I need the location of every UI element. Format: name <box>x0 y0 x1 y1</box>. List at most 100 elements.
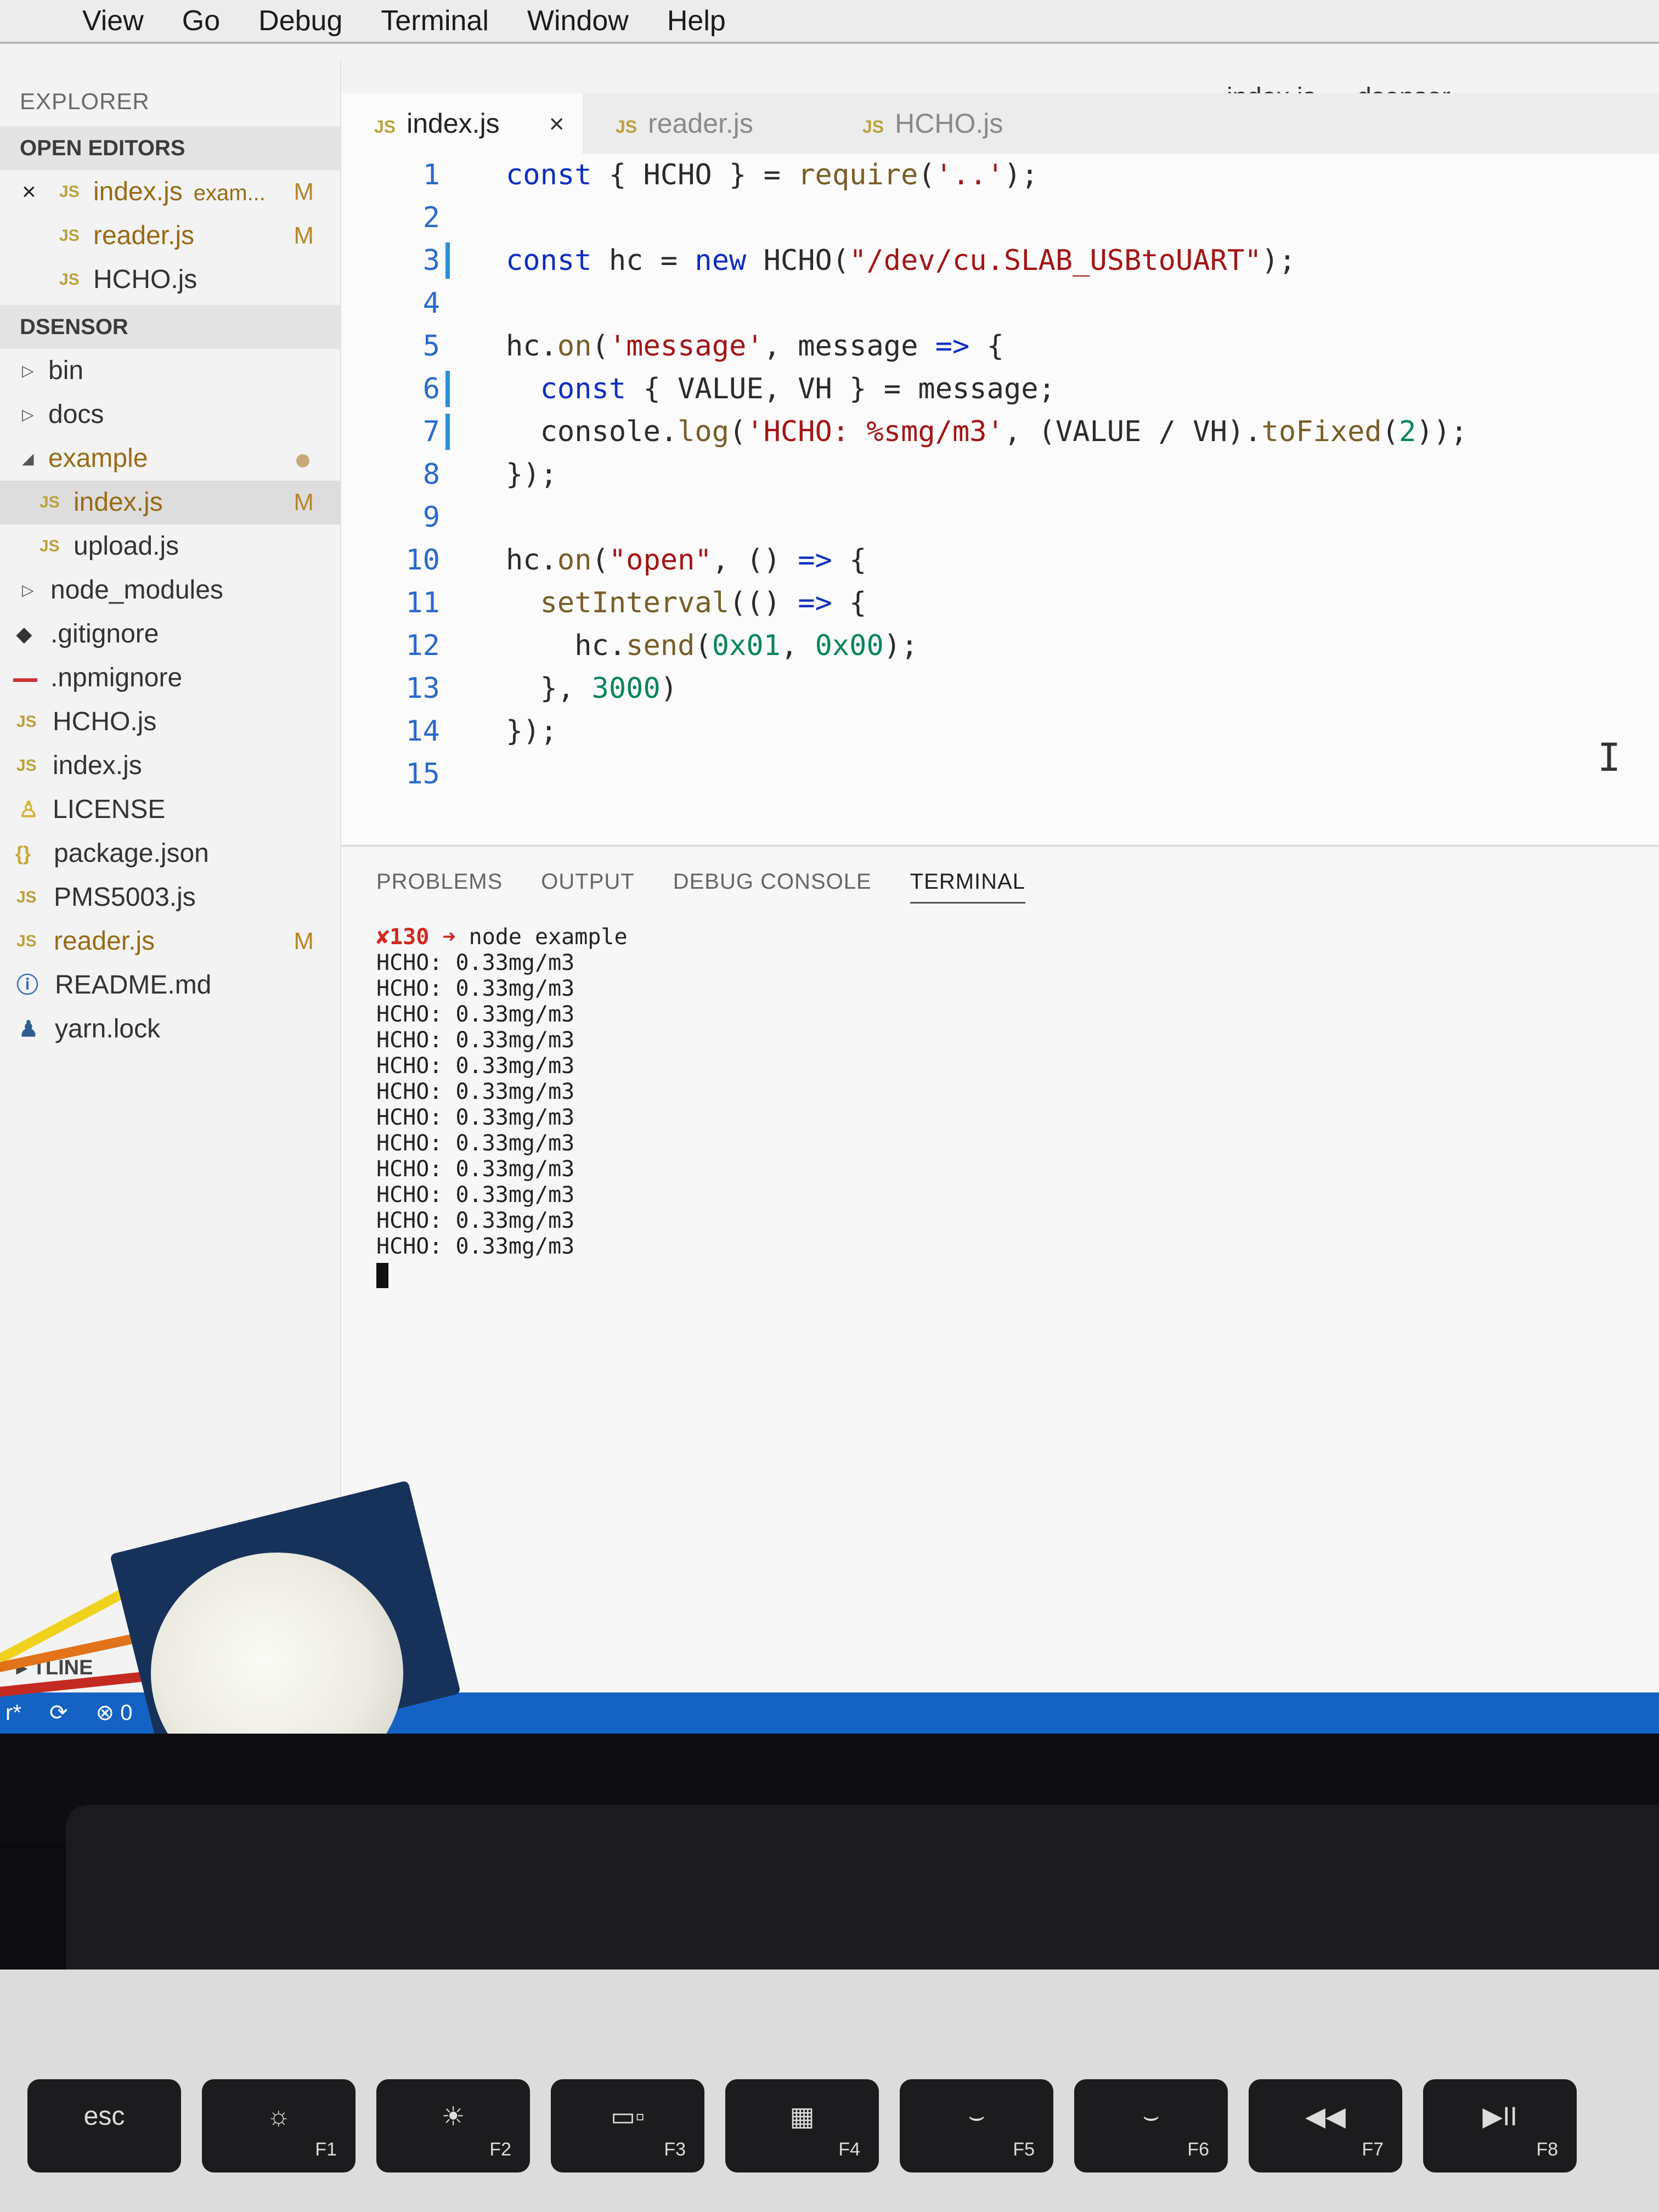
line-number: 12 <box>405 629 440 662</box>
function-key-f7[interactable]: ◀◀ F7 <box>1249 2079 1402 2172</box>
terminal-output-line: HCHO: 0.33mg/m3 <box>376 1002 575 1027</box>
git-change-marker <box>445 414 450 450</box>
terminal-output-line: HCHO: 0.33mg/m3 <box>376 1105 575 1130</box>
tree-file-package-json[interactable]: {} package.json <box>0 832 340 876</box>
terminal-output-line: HCHO: 0.33mg/m3 <box>376 1182 575 1207</box>
tab-output[interactable]: OUTPUT <box>541 870 634 904</box>
tab-problems[interactable]: PROBLEMS <box>376 870 503 904</box>
tree-folder-node-modules[interactable]: ▷ node_modules <box>0 568 340 612</box>
function-key-f2[interactable]: ☀ F2 <box>376 2079 530 2172</box>
npm-icon: ▬▬ <box>13 671 37 685</box>
tree-file-pms5003-js[interactable]: JS PMS5003.js <box>0 876 340 919</box>
key-label: ☼ <box>267 2102 291 2131</box>
tab-debug-console[interactable]: DEBUG CONSOLE <box>673 870 872 904</box>
key-fn-label: F6 <box>1187 2139 1209 2160</box>
menu-help[interactable]: Help <box>667 4 726 42</box>
js-file-icon: JS <box>16 932 37 950</box>
laptop-screen: View Go Debug Terminal Window Help index… <box>0 0 1659 1734</box>
tab-reader-js[interactable]: JS reader.js <box>616 93 753 154</box>
code-line: 4 <box>341 282 506 325</box>
tree-file-hcho-js[interactable]: JS HCHO.js <box>0 700 340 744</box>
tab-terminal[interactable]: TERMINAL <box>910 870 1025 904</box>
function-key-f3[interactable]: ▭▫ F3 <box>551 2079 704 2172</box>
modified-dot-icon <box>296 454 309 467</box>
function-key-row: esc ☼ F1 ☀ F2 ▭▫ F3 ▦ F4 ⌣ F5 ⌣ F6 ◀◀ F7 ▶II F8 <box>27 2079 1577 2172</box>
project-section[interactable]: DSENSOR <box>0 305 340 349</box>
terminal[interactable]: ✘130 ➜ node example HCHO: 0.33mg/m3 HCHO:… <box>376 924 628 1290</box>
tree-file-npmignore[interactable]: ▬▬ .npmignore <box>0 656 340 700</box>
open-editors-section[interactable]: OPEN EDITORS <box>0 126 340 170</box>
tree-file-upload-js[interactable]: JS upload.js <box>0 524 340 568</box>
close-icon[interactable]: × <box>549 110 565 139</box>
error-count[interactable]: ⊗ 0 <box>96 1701 155 1725</box>
js-file-icon: JS <box>40 493 60 511</box>
key-fn-label: F4 <box>838 2139 860 2160</box>
js-file-icon: JS <box>16 757 37 775</box>
tree-folder-bin[interactable]: ▷ bin <box>0 349 340 393</box>
code-line: 3 const hc = new HCHO("/dev/cu.SLAB_USBto… <box>341 239 1296 282</box>
modified-badge: M <box>294 178 314 205</box>
tree-folder-docs[interactable]: ▷ docs <box>0 393 340 437</box>
code-line: 6 const { VALUE, VH } = message; <box>341 368 1056 410</box>
code-line: 13 }, 3000) <box>341 667 678 710</box>
tab-hcho-js[interactable]: JS HCHO.js <box>862 93 1003 154</box>
code-line: 10 hc.on("open", () => { <box>341 539 866 582</box>
chevron-down-icon: ◢ <box>22 450 34 467</box>
open-editor-name: reader.js <box>93 221 195 250</box>
tab-label: HCHO.js <box>895 108 1003 139</box>
function-key-f6[interactable]: ⌣ F6 <box>1074 2079 1228 2172</box>
key-fn-label: F8 <box>1536 2139 1558 2160</box>
menu-view[interactable]: View <box>82 4 144 42</box>
tab-index-js[interactable]: JS index.js × <box>341 93 583 154</box>
code-editor[interactable]: 1 const { HCHO } = require('..'); 2 3 cons… <box>341 154 1659 847</box>
tree-item-label: package.json <box>54 839 209 868</box>
line-number: 6 <box>422 373 440 405</box>
js-file-icon: JS <box>862 117 884 137</box>
open-editor-reader-js[interactable]: JS reader.js M <box>0 214 340 258</box>
function-key-f1[interactable]: ☼ F1 <box>202 2079 356 2172</box>
tree-file-yarn-lock[interactable]: ♟ yarn.lock <box>0 1007 340 1051</box>
esc-key[interactable]: esc <box>27 2079 181 2172</box>
terminal-output-line: HCHO: 0.33mg/m3 <box>376 976 575 1001</box>
code-line: 11 setInterval(() => { <box>341 582 866 624</box>
line-number: 4 <box>422 287 440 320</box>
menu-go[interactable]: Go <box>182 4 220 42</box>
tree-file-license[interactable]: ♙ LICENSE <box>0 788 340 832</box>
tree-item-label: PMS5003.js <box>54 883 196 912</box>
tree-file-index-js[interactable]: JS index.js <box>0 744 340 788</box>
menu-window[interactable]: Window <box>527 4 629 42</box>
tree-item-label: upload.js <box>74 532 179 561</box>
menu-debug[interactable]: Debug <box>258 4 342 42</box>
terminal-output-line: HCHO: 0.33mg/m3 <box>376 1028 575 1053</box>
key-label: ▶II <box>1482 2102 1517 2131</box>
js-file-icon: JS <box>59 270 80 289</box>
branch-indicator[interactable]: r* <box>5 1701 21 1725</box>
code-line: 9 <box>341 496 506 539</box>
tree-item-label: bin <box>48 356 84 385</box>
tree-file-reader-js[interactable]: JS reader.js M <box>0 919 340 963</box>
chevron-right-icon: ▷ <box>22 582 34 599</box>
tree-folder-example[interactable]: ◢ example <box>0 437 340 481</box>
terminal-output-line: HCHO: 0.33mg/m3 <box>376 1234 575 1259</box>
tree-file-readme[interactable]: ⓘ README.md <box>0 963 340 1007</box>
line-number: 1 <box>422 159 440 191</box>
tree-file-example-index-js[interactable]: JS index.js M <box>0 481 340 524</box>
function-key-f5[interactable]: ⌣ F5 <box>900 2079 1053 2172</box>
tree-file-gitignore[interactable]: ◆ .gitignore <box>0 612 340 656</box>
tree-item-label: .gitignore <box>50 619 159 648</box>
key-label: ⌣ <box>1142 2102 1160 2131</box>
open-editor-hcho-js[interactable]: JS HCHO.js <box>0 258 340 302</box>
line-number: 14 <box>405 715 440 748</box>
open-editor-index-js[interactable]: × JS index.js exam... M <box>0 170 340 214</box>
menu-terminal[interactable]: Terminal <box>381 4 489 42</box>
function-key-f8[interactable]: ▶II F8 <box>1423 2079 1577 2172</box>
js-file-icon: JS <box>59 227 80 245</box>
line-number: 3 <box>422 244 440 277</box>
sync-icon[interactable]: ⟳ <box>49 1701 68 1725</box>
function-key-f4[interactable]: ▦ F4 <box>725 2079 879 2172</box>
close-icon[interactable]: × <box>22 170 36 214</box>
line-number: 11 <box>405 586 440 619</box>
key-label: esc <box>83 2102 125 2131</box>
line-number: 7 <box>422 415 440 448</box>
code-line: 14}); <box>341 710 557 753</box>
